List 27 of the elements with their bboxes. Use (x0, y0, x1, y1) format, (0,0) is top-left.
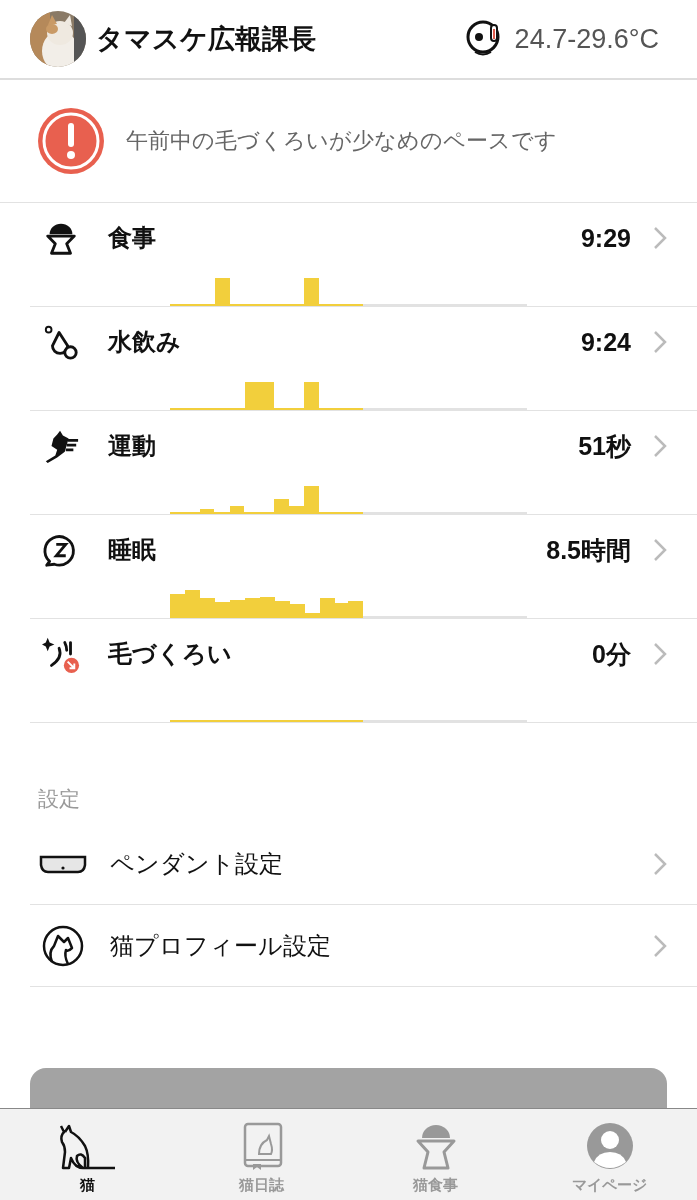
action-button[interactable] (30, 1068, 667, 1108)
activity-value: 9:29 (580, 223, 631, 253)
tab[interactable]: 猫 (0, 1109, 175, 1200)
chevron-icon[interactable] (653, 434, 667, 458)
chevron-icon[interactable] (653, 851, 667, 876)
settings-item[interactable]: ペンダント設定 (110, 847, 283, 880)
cat-name: タマスケ広報課長 (96, 22, 316, 56)
activity-label: 毛づくろい (108, 639, 232, 670)
chevron-icon[interactable] (653, 538, 667, 562)
chevron-icon[interactable] (653, 226, 667, 250)
chevron-icon[interactable] (653, 642, 667, 666)
activity-label: 睡眠 (108, 535, 156, 566)
activity-value: 9:24 (580, 327, 631, 357)
settings-item[interactable]: 猫プロフィール設定 (110, 929, 331, 962)
activity-value: 51秒 (578, 430, 631, 462)
activity-value: 8.5時間 (546, 534, 631, 566)
activity-label: 水飲み (108, 327, 181, 358)
temperature-range: 24.7-29.6°C (514, 23, 659, 55)
alert-icon (38, 108, 104, 174)
chevron-icon[interactable] (653, 933, 667, 958)
section-heading: 設定 (37, 786, 81, 813)
activity-label: 食事 (108, 223, 156, 254)
activity-label: 運動 (108, 431, 156, 462)
water-drops-icon (42, 323, 80, 361)
chevron-icon[interactable] (653, 330, 667, 354)
alert-message: 午前中の毛づくろいが少なめのペースです (126, 127, 557, 155)
activity-value: 0分 (592, 638, 631, 670)
